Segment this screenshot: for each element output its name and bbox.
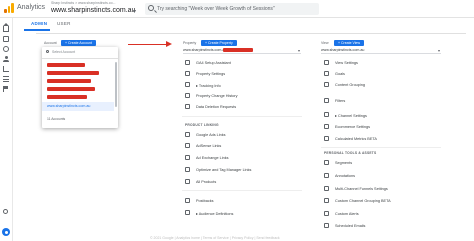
chevron-down-icon: ▾ [297,48,300,53]
page-footer[interactable]: © 2021 Google | Analytics home | Terms o… [150,236,280,240]
discover-icon[interactable] [3,209,8,214]
tab-user[interactable]: USER [57,21,71,26]
optimize-icon [185,167,190,172]
search-placeholder: Try searching "Week over Week Growth of … [157,6,275,12]
dd-icon [185,104,190,109]
realtime-icon[interactable] [3,46,9,52]
redacted-account-item[interactable] [47,95,87,99]
custom-channel-icon [324,198,329,203]
property-item-settings[interactable]: Property Settings [182,69,302,79]
audience-definitions-icon [185,210,190,215]
conversions-icon[interactable] [3,86,9,92]
property-item-all-products[interactable]: All Products [182,177,302,187]
customization-icon[interactable] [3,36,9,42]
filter-icon [324,98,329,103]
dropdown-scrollbar[interactable] [115,62,117,107]
postbacks-icon [185,198,190,203]
property-item-postbacks[interactable]: Postbacks [182,196,302,206]
chevron-down-icon[interactable]: ▾ [133,8,136,15]
view-item-filters[interactable]: Filters [321,96,441,106]
view-item-goals[interactable]: Goals [321,69,441,79]
view-selector[interactable]: www.sharpinstincts.com.au ▾ [321,48,441,54]
settings-icon [185,71,190,76]
segments-icon [324,160,329,165]
redacted-account-item[interactable] [47,63,85,67]
property-selector-value: www.sharpinstincts.com.au [183,48,227,52]
selected-account-item[interactable]: www.sharpinstincts.com.au [42,102,114,111]
code-icon [185,82,190,87]
top-header: Analytics Sharp Instincts > www.sharpins… [0,0,474,18]
app-title: Analytics [17,4,46,11]
annotations-icon [324,173,329,178]
search-icon [46,50,49,53]
analytics-admin-screen: Analytics Sharp Instincts > www.sharpins… [0,0,474,241]
divider [42,58,118,59]
view-item-view-settings[interactable]: View Settings [321,58,441,68]
behavior-icon[interactable] [3,76,9,82]
account-selector[interactable]: www.sharpinstincts.com.au [51,7,135,14]
view-item-custom-channel-grouping[interactable]: Custom Channel Grouping BETA [321,196,441,206]
divider [182,116,302,117]
funnel-icon [324,186,329,191]
chevron-down-icon: ▾ [437,48,440,53]
view-item-custom-alerts[interactable]: Custom Alerts [321,209,441,219]
email-icon [324,223,329,228]
alerts-icon [324,211,329,216]
admin-gear-icon[interactable] [2,228,10,236]
property-item-adsense-links[interactable]: AdSense Links [182,141,302,151]
view-item-segments[interactable]: Segments [321,158,441,168]
account-count: 11 Accounts [47,117,66,121]
channel-icon [324,112,329,117]
acquisition-icon[interactable] [3,66,9,72]
property-item-change-history[interactable]: Property Change History [182,91,302,101]
history-icon [185,93,190,98]
left-nav-rail [0,18,13,241]
redaction-mark [223,48,253,52]
redacted-account-item[interactable] [47,79,91,83]
property-selector[interactable]: www.sharpinstincts.com.au ▾ [183,48,301,54]
view-item-annotations[interactable]: Annotations [321,171,441,181]
view-item-ecommerce-settings[interactable]: Ecommerce Settings [321,122,441,132]
property-item-tracking-info[interactable]: Tracking Info [182,80,302,90]
property-item-data-deletion[interactable]: Data Deletion Requests [182,102,302,112]
search-input[interactable]: Try searching "Week over Week Growth of … [145,3,319,15]
divider [182,190,302,191]
search-icon [148,5,154,11]
ga4-icon [185,60,190,65]
section-product-linking: PRODUCT LINKING [185,123,219,127]
adsense-icon [185,143,190,148]
view-item-content-grouping[interactable]: Content Grouping [321,80,441,90]
divider [321,147,441,148]
audience-icon[interactable] [3,56,9,62]
section-personal-tools: PERSONAL TOOLS & ASSETS [324,151,377,155]
exchange-icon [185,155,190,160]
account-breadcrumb[interactable]: Sharp Instincts > www.sharpinstincts.co.… [51,1,116,5]
property-item-google-ads-links[interactable]: Google Ads Links [182,130,302,140]
ads-icon [185,132,190,137]
view-item-calculated-metrics[interactable]: Calculated Metrics BETA [321,134,441,144]
view-item-mcf-settings[interactable]: Multi-Channel Funnels Settings [321,184,441,194]
active-tab-indicator [24,29,50,31]
view-item-scheduled-emails[interactable]: Scheduled Emails [321,221,441,231]
grouping-icon [324,82,329,87]
calc-icon [324,136,329,141]
products-icon [185,179,190,184]
property-item-ad-exchange-links[interactable]: Ad Exchange Links [182,153,302,163]
property-item-ga4-setup[interactable]: GA4 Setup Assistant [182,58,302,68]
redacted-account-item[interactable] [47,71,99,75]
ecommerce-icon [324,124,329,129]
view-settings-icon [324,60,329,65]
property-item-optimize-links[interactable]: Optimize and Tag Manager Links [182,165,302,175]
analytics-logo-icon[interactable] [4,3,14,13]
account-search-input[interactable]: Select Account [46,50,75,54]
view-selector-value: www.sharpinstincts.com.au [321,48,365,52]
home-icon[interactable] [3,23,9,32]
account-dropdown[interactable]: Select Account www.sharpinstincts.com.au… [42,47,118,128]
redacted-account-item[interactable] [47,87,95,91]
red-arrow-annotation [128,41,172,47]
view-item-channel-settings[interactable]: Channel Settings [321,110,441,120]
property-item-audience-definitions[interactable]: Audience Definitions [182,208,302,218]
tab-admin[interactable]: ADMIN [31,21,47,26]
goals-icon [324,71,329,76]
